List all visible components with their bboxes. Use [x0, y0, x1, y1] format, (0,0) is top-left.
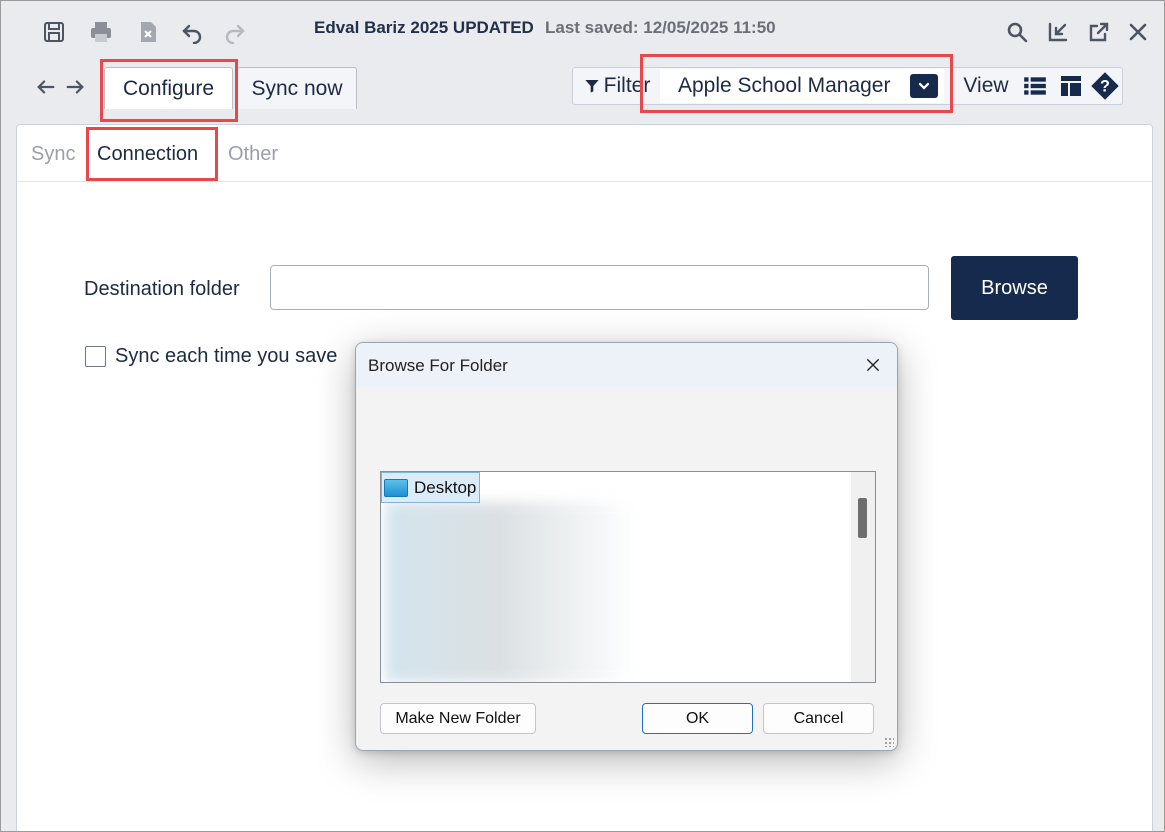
sync-on-save-label: Sync each time you save [115, 345, 338, 367]
help-icon[interactable]: ? [1088, 69, 1122, 103]
sync-on-save-checkbox[interactable] [85, 346, 106, 367]
filter-label: Filter [603, 74, 651, 97]
minimize-icon[interactable] [1043, 17, 1073, 47]
last-saved-text: Last saved: 12/05/2025 11:50 [545, 18, 776, 37]
view-label: View [963, 74, 1009, 97]
view-button[interactable]: View [956, 67, 1016, 105]
tab-sync-now[interactable]: Sync now [237, 67, 357, 109]
search-icon[interactable] [1002, 17, 1032, 47]
blurred-folder-list [385, 502, 635, 682]
app-window: Edval Bariz 2025 UPDATED Last saved: 12/… [0, 0, 1165, 832]
cancel-button[interactable]: Cancel [763, 703, 874, 734]
resize-grip-icon[interactable] [884, 737, 894, 747]
dialog-titlebar: Browse For Folder [356, 343, 897, 387]
undo-icon[interactable] [177, 17, 207, 47]
back-arrow-icon[interactable] [33, 74, 59, 100]
save-icon[interactable] [39, 17, 69, 47]
browse-button[interactable]: Browse [951, 256, 1078, 320]
forward-arrow-icon[interactable] [62, 74, 88, 100]
layout-icon[interactable] [1054, 69, 1088, 103]
destination-folder-input[interactable] [270, 265, 929, 310]
dialog-title: Browse For Folder [368, 356, 508, 375]
subtab-sync[interactable]: Sync [31, 143, 75, 166]
desktop-folder-icon [384, 478, 408, 497]
tree-item-desktop-label: Desktop [414, 477, 477, 497]
chevron-down-icon [910, 74, 938, 98]
popout-icon[interactable] [1084, 17, 1114, 47]
tab-configure-label: Configure [122, 76, 215, 100]
filter-button[interactable]: Filter [574, 67, 660, 105]
redo-icon[interactable] [220, 17, 250, 47]
subtab-other[interactable]: Other [228, 143, 278, 166]
make-new-folder-button[interactable]: Make New Folder [380, 703, 536, 734]
tree-item-desktop[interactable]: Desktop [381, 472, 481, 503]
print-icon[interactable] [86, 17, 116, 47]
tree-scrollbar[interactable] [851, 472, 875, 682]
list-view-icon[interactable] [1018, 69, 1052, 103]
tree-scroll-thumb[interactable] [858, 498, 867, 538]
subtab-bar: Sync Connection Other [17, 125, 1152, 182]
browse-folder-dialog: Browse For Folder Desktop Make New Folde… [355, 342, 898, 751]
integration-select[interactable]: Apple School Manager [660, 69, 944, 103]
tab-configure[interactable]: Configure [104, 67, 233, 109]
export-icon[interactable] [133, 17, 163, 47]
ok-button[interactable]: OK [642, 703, 753, 734]
destination-folder-label: Destination folder [84, 278, 240, 300]
integration-select-value: Apple School Manager [678, 74, 891, 97]
folder-tree[interactable]: Desktop [380, 471, 876, 683]
svg-text:?: ? [1100, 78, 1110, 96]
subtab-connection[interactable]: Connection [97, 143, 198, 166]
filter-icon [584, 80, 599, 93]
dialog-close-icon[interactable] [861, 353, 885, 377]
document-title: Edval Bariz 2025 UPDATED [314, 18, 534, 37]
tab-sync-now-label: Sync now [251, 76, 343, 100]
close-icon[interactable] [1123, 17, 1153, 47]
